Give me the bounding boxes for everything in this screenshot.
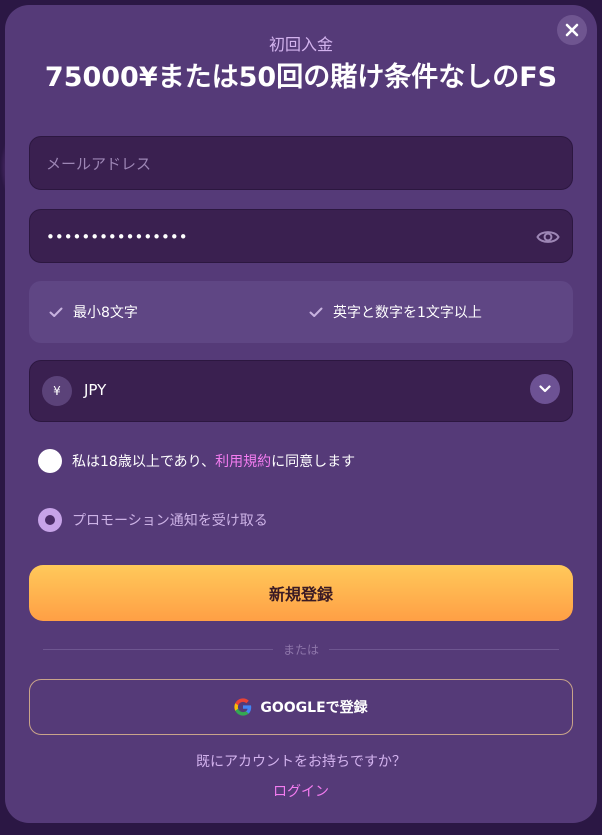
requirement-label: 英字と数字を1文字以上	[333, 305, 482, 321]
or-label: または	[283, 642, 320, 657]
password-field-wrapper	[29, 209, 573, 264]
email-input[interactable]	[44, 137, 528, 191]
password-requirements: 最小8文字 英字と数字を1文字以上	[29, 281, 573, 343]
have-account-text: 既にアカウントをお持ちですか？	[196, 754, 406, 770]
bonus-subtitle: 初回入金	[268, 35, 333, 54]
check-icon	[49, 307, 63, 317]
chevron-down-icon	[539, 385, 551, 393]
age-agreement-checkbox[interactable]	[38, 449, 62, 473]
password-input[interactable]	[44, 210, 528, 264]
promo-label: プロモーション通知を受け取る	[72, 513, 268, 529]
eye-icon[interactable]	[536, 225, 560, 249]
currency-select[interactable]: ¥ JPY	[29, 360, 573, 422]
requirement-min-length: 最小8文字	[49, 302, 138, 322]
login-link[interactable]: ログイン	[5, 781, 597, 801]
promo-row: プロモーション通知を受け取る	[38, 508, 268, 532]
email-field-wrapper	[29, 136, 573, 191]
or-divider: または	[43, 641, 560, 657]
currency-dropdown-toggle[interactable]	[530, 374, 560, 404]
bonus-headline: 75000¥または50回の賭け条件なしのFS	[44, 62, 558, 93]
requirement-alnum: 英字と数字を1文字以上	[309, 302, 482, 322]
age-agreement-row: 私は18歳以上であり、 利用規約 に同意します	[38, 449, 355, 473]
currency-code: JPY	[84, 381, 107, 399]
currency-symbol: ¥	[42, 376, 72, 406]
signup-modal: 初回入金 75000¥または50回の賭け条件なしのFS 最小8文字 英字と数字を…	[5, 5, 597, 823]
google-signup-label: GOOGLEで登録	[260, 700, 368, 716]
register-button[interactable]: 新規登録	[29, 565, 573, 621]
terms-link[interactable]: 利用規約	[215, 451, 271, 471]
requirement-label: 最小8文字	[73, 305, 138, 321]
age-agreement-prefix: 私は18歳以上であり、	[72, 454, 216, 470]
google-signup-button[interactable]: GOOGLEで登録	[29, 679, 573, 735]
google-icon	[234, 698, 252, 716]
promo-checkbox[interactable]	[38, 508, 62, 532]
check-icon	[309, 307, 323, 317]
age-agreement-suffix: に同意します	[271, 454, 356, 470]
